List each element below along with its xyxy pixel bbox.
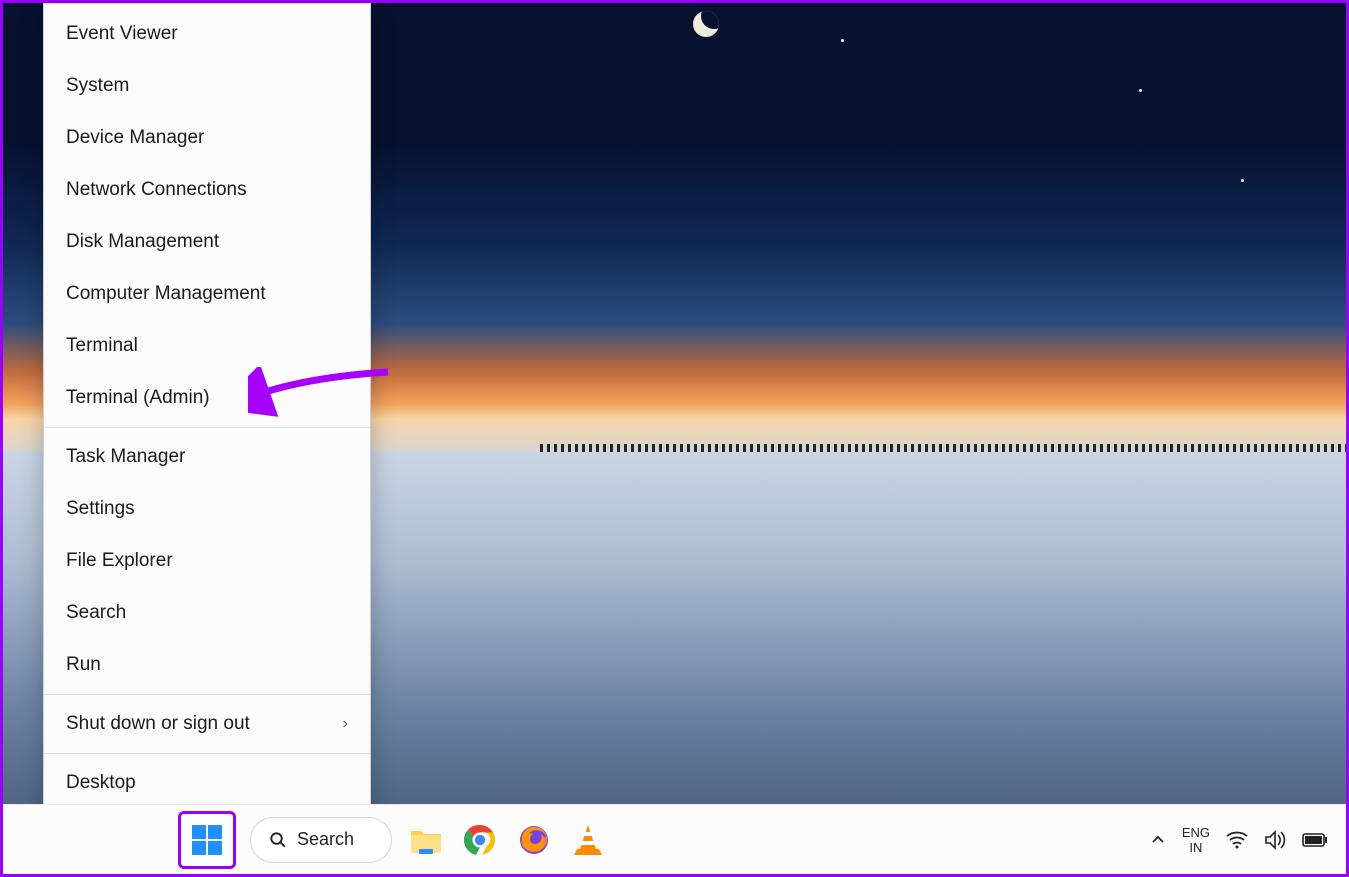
menu-item-label: Shut down or sign out bbox=[66, 713, 250, 735]
menu-item-file-explorer[interactable]: File Explorer bbox=[44, 535, 370, 587]
menu-item-network-connections[interactable]: Network Connections bbox=[44, 164, 370, 216]
menu-item-label: File Explorer bbox=[66, 550, 173, 572]
menu-item-label: Computer Management bbox=[66, 283, 266, 305]
menu-item-search[interactable]: Search bbox=[44, 587, 370, 639]
taskbar-app-vlc[interactable] bbox=[568, 820, 608, 860]
menu-item-desktop[interactable]: Desktop bbox=[44, 757, 370, 809]
taskbar: Search ENG IN bbox=[3, 804, 1346, 874]
menu-separator bbox=[44, 753, 370, 754]
menu-item-run[interactable]: Run bbox=[44, 639, 370, 691]
system-tray: ENG IN bbox=[1150, 825, 1328, 855]
search-icon bbox=[269, 831, 287, 849]
tray-overflow-icon[interactable] bbox=[1150, 832, 1166, 848]
menu-item-label: Disk Management bbox=[66, 231, 219, 253]
menu-item-label: Task Manager bbox=[66, 446, 185, 468]
menu-item-label: Terminal bbox=[66, 335, 138, 357]
menu-item-label: Network Connections bbox=[66, 179, 247, 201]
menu-item-label: Search bbox=[66, 602, 126, 624]
menu-item-computer-management[interactable]: Computer Management bbox=[44, 268, 370, 320]
chevron-right-icon: › bbox=[343, 715, 348, 733]
menu-item-terminal-admin[interactable]: Terminal (Admin) bbox=[44, 372, 370, 424]
menu-item-label: Desktop bbox=[66, 772, 136, 794]
menu-item-label: Terminal (Admin) bbox=[66, 387, 210, 409]
menu-item-event-viewer[interactable]: Event Viewer bbox=[44, 8, 370, 60]
language-indicator[interactable]: ENG IN bbox=[1182, 825, 1210, 855]
taskbar-search[interactable]: Search bbox=[250, 817, 392, 863]
menu-item-label: Device Manager bbox=[66, 127, 204, 149]
menu-item-shut-down-or-sign-out[interactable]: Shut down or sign out › bbox=[44, 698, 370, 750]
wifi-icon[interactable] bbox=[1226, 831, 1248, 849]
moon-icon bbox=[693, 11, 719, 37]
menu-item-task-manager[interactable]: Task Manager bbox=[44, 431, 370, 483]
menu-item-label: System bbox=[66, 75, 129, 97]
windows-logo-icon bbox=[190, 823, 224, 857]
battery-icon[interactable] bbox=[1302, 832, 1328, 848]
menu-item-label: Run bbox=[66, 654, 101, 676]
menu-item-system[interactable]: System bbox=[44, 60, 370, 112]
volume-icon[interactable] bbox=[1264, 830, 1286, 850]
menu-separator bbox=[44, 427, 370, 428]
menu-item-settings[interactable]: Settings bbox=[44, 483, 370, 535]
search-label: Search bbox=[297, 829, 354, 850]
menu-item-label: Event Viewer bbox=[66, 23, 178, 45]
menu-item-terminal[interactable]: Terminal bbox=[44, 320, 370, 372]
menu-item-device-manager[interactable]: Device Manager bbox=[44, 112, 370, 164]
menu-item-disk-management[interactable]: Disk Management bbox=[44, 216, 370, 268]
taskbar-app-firefox[interactable] bbox=[514, 820, 554, 860]
menu-item-label: Settings bbox=[66, 498, 135, 520]
start-button[interactable] bbox=[178, 811, 236, 869]
winx-power-menu: Event Viewer System Device Manager Network … bbox=[43, 3, 371, 814]
menu-separator bbox=[44, 694, 370, 695]
taskbar-app-file-explorer[interactable] bbox=[406, 820, 446, 860]
taskbar-app-chrome[interactable] bbox=[460, 820, 500, 860]
